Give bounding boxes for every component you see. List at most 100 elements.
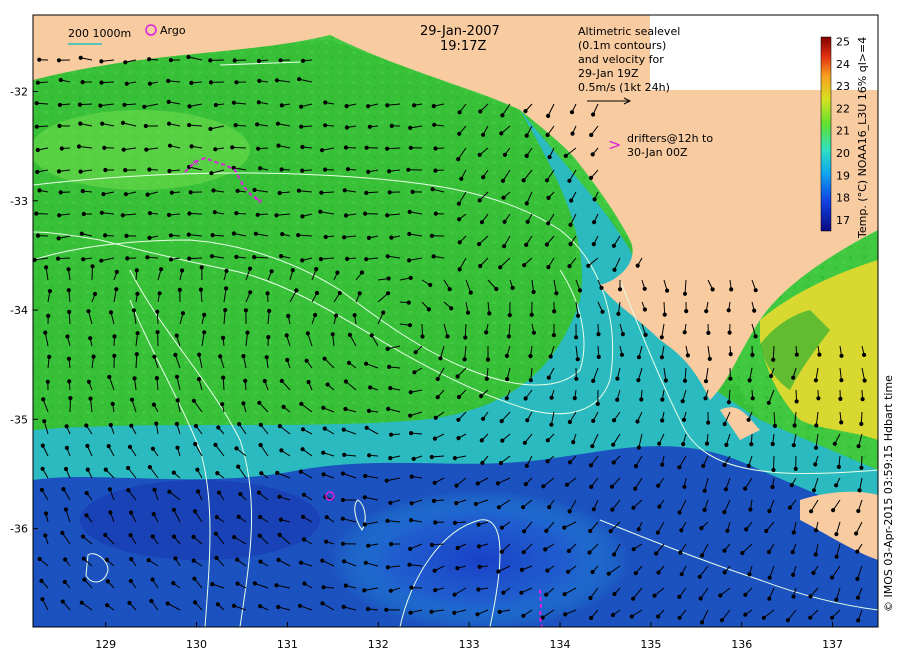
velocity-arrowhead [79, 231, 84, 236]
velocity-arrowhead [617, 287, 623, 292]
velocity-arrowhead [590, 444, 595, 449]
velocity-arrowhead [543, 547, 548, 552]
colorbar-tick-label: 17 [836, 214, 850, 227]
velocity-arrowhead [80, 189, 85, 194]
velocity-arrowhead [633, 464, 639, 469]
velocity-arrowhead [642, 307, 648, 312]
velocity-arrowhead [681, 417, 687, 422]
velocity-arrowhead [386, 406, 391, 411]
velocity-arrowhead [524, 463, 529, 468]
velocity-arrowhead [128, 533, 133, 538]
velocity-arrowhead [792, 423, 797, 428]
velocity-arrowhead [252, 581, 257, 586]
velocity-arrowhead [385, 565, 390, 570]
velocity-arrowhead [342, 452, 347, 457]
velocity-arrowhead [296, 233, 301, 238]
velocity-arrowhead [147, 211, 153, 216]
velocity-arrowhead [592, 197, 597, 202]
velocity-arrowhead [37, 556, 42, 562]
velocity-arrow [773, 455, 775, 471]
velocity-arrowhead [652, 593, 657, 598]
velocity-arrowhead [320, 601, 325, 606]
velocity-arrowhead [636, 527, 641, 532]
sealevel-line-4: 29-Jan 19Z [578, 67, 639, 80]
velocity-arrowhead [212, 210, 217, 215]
velocity-arrowhead [298, 469, 303, 474]
velocity-arrowhead [753, 334, 758, 339]
velocity-arrowhead [385, 346, 390, 351]
sealevel-line-2: (0.1m contours) [578, 39, 666, 52]
velocity-arrowhead [478, 109, 483, 114]
velocity-arrowhead [473, 501, 478, 507]
velocity-arrowhead [216, 425, 221, 430]
velocity-arrowhead [608, 529, 613, 534]
velocity-arrowhead [145, 192, 150, 197]
velocity-arrowhead [143, 123, 148, 129]
velocity-arrowhead [409, 585, 414, 590]
velocity-arrowhead [723, 487, 729, 492]
velocity-arrowhead [659, 335, 664, 340]
velocity-arrowhead [420, 334, 425, 339]
x-tick-label: 133 [459, 638, 480, 651]
velocity-arrowhead [81, 257, 86, 262]
velocity-arrowhead [277, 532, 282, 538]
velocity-arrowhead [290, 268, 295, 273]
velocity-arrowhead [345, 256, 350, 261]
velocity-arrowhead [589, 615, 594, 621]
velocity-arrowhead [56, 58, 62, 63]
velocity-arrowhead [114, 287, 119, 292]
velocity-arrowhead [191, 398, 196, 403]
velocity-arrowhead [235, 581, 240, 586]
velocity-arrowhead [389, 432, 394, 437]
velocity-arrowhead [610, 507, 615, 512]
velocity-arrowhead [296, 188, 301, 193]
velocity-arrowhead [253, 231, 258, 236]
velocity-arrowhead [300, 427, 306, 432]
velocity-arrowhead [663, 378, 669, 383]
velocity-arrowhead [192, 576, 197, 581]
velocity-arrowhead [362, 495, 367, 500]
velocity-arrowhead [159, 267, 164, 272]
velocity-arrowhead [612, 267, 617, 272]
velocity-arrowhead [343, 145, 349, 150]
velocity-arrowhead [35, 233, 41, 238]
velocity-arrowhead [61, 487, 66, 492]
velocity-arrowhead [105, 579, 110, 584]
velocity-arrowhead [566, 569, 571, 574]
velocity-arrowhead [265, 291, 270, 296]
velocity-arrowhead [174, 333, 179, 338]
velocity-arrowhead [300, 168, 305, 173]
velocity-arrowhead [278, 517, 283, 522]
velocity-arrowhead [63, 466, 69, 472]
velocity-arrowhead [284, 333, 289, 338]
velocity-arrowhead [78, 169, 83, 174]
velocity-arrowhead [455, 545, 460, 551]
velocity-arrowhead [678, 550, 683, 555]
velocity-arrowhead [727, 330, 732, 335]
velocity-arrowhead [510, 285, 515, 290]
velocity-arrowhead [234, 254, 239, 259]
velocity-arrowhead [545, 132, 550, 138]
velocity-arrowhead [366, 543, 371, 548]
velocity-arrowhead [363, 473, 368, 479]
velocity-arrowhead [65, 334, 70, 339]
velocity-arrowhead [237, 422, 242, 427]
velocity-arrowhead [568, 222, 573, 227]
velocity-arrowhead [344, 125, 349, 130]
velocity-arrowhead [577, 288, 583, 293]
velocity-arrowhead [171, 507, 176, 512]
velocity-arrowhead [366, 169, 371, 174]
velocity-arrowhead [685, 353, 691, 358]
velocity-arrowhead [569, 110, 575, 115]
velocity-arrowhead [682, 291, 688, 296]
velocity-arrowhead [232, 58, 237, 63]
velocity-arrowhead [660, 462, 665, 467]
velocity-arrowhead [506, 334, 511, 339]
velocity-arrowhead [124, 81, 129, 86]
velocity-arrowhead [341, 427, 346, 432]
velocity-arrowhead [456, 436, 461, 441]
velocity-arrowhead [606, 571, 611, 576]
velocity-arrowhead [541, 484, 546, 489]
velocity-arrowhead [42, 419, 47, 424]
velocity-arrowhead [408, 413, 413, 418]
